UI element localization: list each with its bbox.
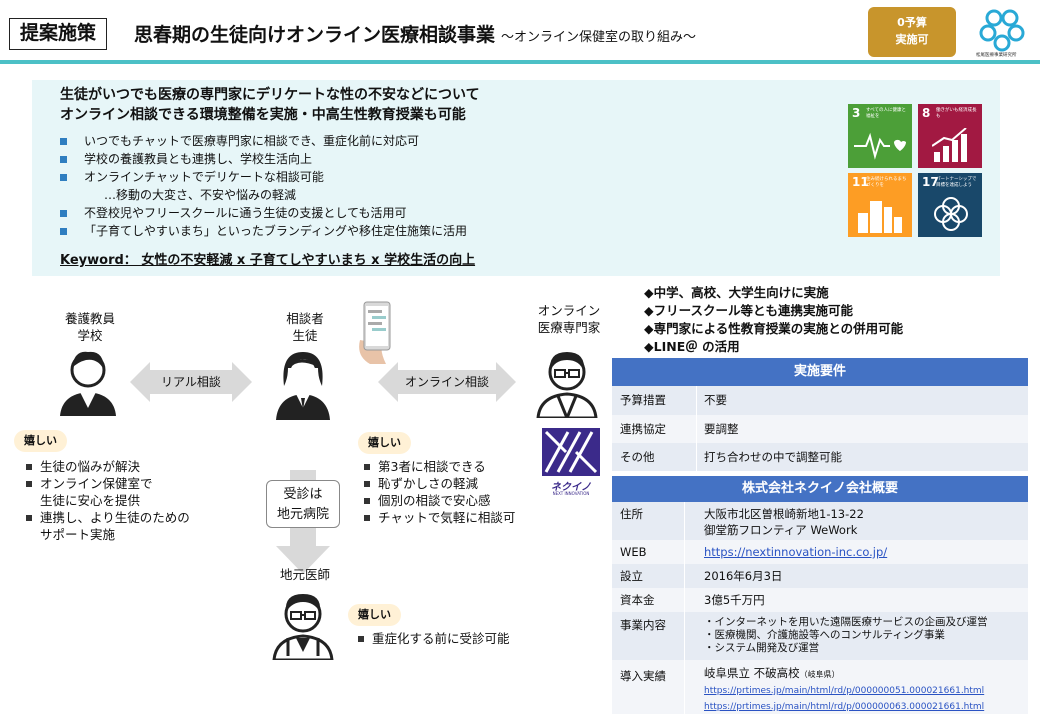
sdg-8-icon: 8 働きがいも経済成長も — [918, 104, 982, 168]
sdg-3-icon: 3 すべての人に健康と福祉を — [848, 104, 912, 168]
sdg-17-icon: 17 パートナーシップで目標を達成しよう — [918, 173, 982, 237]
table-column-divider — [684, 502, 685, 714]
doctor-person-icon — [272, 594, 334, 660]
bullet-square-icon — [364, 498, 370, 504]
page-title: 思春期の生徒向けオンライン医療相談事業 ～オンライン保健室の取り組み～ — [134, 20, 696, 47]
bullet-square-icon — [26, 481, 32, 487]
list-item: いつでもチャットで医療専門家に相談でき、重症化前に対応可 — [60, 132, 467, 150]
requirements-header: 実施要件 — [612, 358, 1028, 386]
budget-badge-line2: 実施可 — [895, 33, 929, 46]
lead-line1: 生徒がいつでも医療の専門家にデリケートな性の不安などについて — [60, 87, 480, 103]
press-release-link-2[interactable]: https://prtimes.jp/main/html/rd/p/000000… — [704, 702, 984, 712]
list-item: 「子育てしやすいまち」といったブランディングや移住定住施策に活用 — [60, 222, 467, 240]
feature-item: ◆フリースクール等とも連携実施可能 — [644, 303, 853, 318]
table-row: 事業内容 ・インターネットを用いた遠隔医療サービスの企画及び運営 ・医療機関、介護… — [612, 612, 1028, 660]
table-row: 予算措置 不要 — [612, 386, 1028, 415]
student-label: 相談者 生徒 — [286, 311, 324, 343]
school-benefits: 生徒の悩みが解決 オンライン保健室で 生徒に安心を提供 連携し、より生徒のための… — [24, 458, 190, 543]
table-row: WEB https://nextinnovation-inc.co.jp/ — [612, 540, 1028, 564]
brand-sub: NEXT INNOVATION — [552, 491, 590, 496]
keyword-line: Keyword： 女性の不安軽減 x 子育てしやすいまち x 学校生活の向上 — [60, 253, 476, 268]
student-benefits: 第3者に相談できる 恥ずかしさの軽減 個別の相談で安心感 チャットで気軽に相談可 — [362, 458, 515, 526]
list-item: オンラインチャットでデリケートな相談可能 — [60, 168, 467, 186]
list-item: オンライン保健室で — [24, 475, 190, 492]
section-tag: 提案施策 — [9, 18, 107, 50]
company-website-link[interactable]: https://nextinnovation-inc.co.jp/ — [704, 540, 887, 564]
summary-bullets: いつでもチャットで医療専門家に相談でき、重症化前に対応可 学校の養護教員とも連携… — [60, 132, 467, 240]
budget-badge: 0予算 実施可 — [868, 7, 956, 57]
bullet-square-icon — [60, 174, 67, 181]
bullet-square-icon — [60, 210, 67, 217]
table-row: その他 打ち合わせの中で調整可能 — [612, 443, 1028, 471]
logo-icon — [979, 9, 1025, 52]
nextinnovation-logo-icon — [542, 428, 600, 476]
real-consult-label: リアル相談 — [161, 375, 221, 389]
table-row: 住所 大阪市北区曽根崎新地1-13-22 御堂筋フロンティア WeWork — [612, 502, 1028, 540]
happy-badge-student: 嬉しい — [358, 432, 411, 454]
press-release-link-1[interactable]: https://prtimes.jp/main/html/rd/p/000000… — [704, 686, 984, 696]
expert-label: オンライン 医療専門家 — [537, 303, 601, 335]
list-item: 個別の相談で安心感 — [362, 492, 515, 509]
bullet-square-icon — [60, 228, 67, 235]
smartphone-icon — [359, 301, 391, 364]
happy-badge-school: 嬉しい — [14, 430, 67, 452]
list-item: 不登校児やフリースクールに通う生徒の支援としても活用可 — [60, 204, 467, 222]
bullet-square-icon — [364, 464, 370, 470]
list-item: 第3者に相談できる — [362, 458, 515, 475]
list-item: 学校の養護教員とも連携し、学校生活向上 — [60, 150, 467, 168]
feature-item: ◆LINE＠ の活用 — [644, 339, 740, 354]
bullet-square-icon — [26, 464, 32, 470]
list-item-cont: サポート実施 — [40, 527, 116, 542]
teacher-person-icon — [60, 351, 116, 416]
expert-person-icon — [536, 352, 598, 418]
feature-item: ◆中学、高校、大学生向けに実施 — [644, 285, 829, 300]
title-text: 思春期の生徒向けオンライン医療相談事業 — [134, 24, 496, 46]
table-row: 導入実績 岐阜県立 不破高校（岐阜県） https://prtimes.jp/m… — [612, 660, 1028, 714]
title-subtitle: ～オンライン保健室の取り組み～ — [501, 30, 697, 45]
lead-line2: オンライン相談できる環境整備を実施・中高生性教育授業も可能 — [60, 107, 466, 123]
bullet-square-icon — [364, 515, 370, 521]
school-label: 養護教員 学校 — [64, 311, 115, 343]
table-row: 資本金 3億5千万円 — [612, 588, 1028, 612]
company-header: 株式会社ネクイノ会社概要 — [612, 476, 1028, 502]
bullet-square-icon — [26, 515, 32, 521]
bullet-square-icon — [364, 481, 370, 487]
online-consult-label: オンライン相談 — [404, 375, 489, 389]
bullet-square-icon — [60, 138, 67, 145]
list-item: 連携し、より生徒のための — [24, 509, 190, 526]
feature-list: ◆中学、高校、大学生向けに実施 ◆フリースクール等とも連携実施可能 ◆専門家によ… — [644, 284, 903, 356]
list-item: チャットで気軽に相談可 — [362, 509, 515, 526]
summary-lead: 生徒がいつでも医療の専門家にデリケートな性の不安などについて オンライン相談でき… — [60, 85, 480, 125]
local-hospital-box: 受診は 地元病院 — [266, 480, 340, 528]
sdg-11-icon: 11 住み続けられるまちづくりを — [848, 173, 912, 237]
list-item-cont: 生徒に安心を提供 — [40, 493, 141, 508]
bullet-square-icon — [358, 636, 364, 642]
header-divider — [0, 60, 1040, 64]
feature-item: ◆専門家による性教育授業の実施との併用可能 — [644, 321, 904, 336]
happy-badge-doctor: 嬉しい — [348, 604, 401, 626]
list-item: 生徒の悩みが解決 — [24, 458, 190, 475]
budget-badge-line1: 0予算 — [897, 16, 927, 29]
table-row: 連携協定 要調整 — [612, 415, 1028, 443]
list-item: 恥ずかしさの軽減 — [362, 475, 515, 492]
table-row: 設立 2016年6月3日 — [612, 564, 1028, 588]
doctor-label: 地元医師 — [279, 567, 330, 582]
table-column-divider — [696, 386, 697, 471]
student-person-icon — [276, 352, 330, 420]
list-item: 重症化する前に受診可能 — [356, 630, 510, 647]
bullet-square-icon — [60, 156, 67, 163]
company-logo: 松尾医療事業研究所 — [972, 6, 1036, 58]
list-item-sub: …移動の大変さ、不安や悩みの軽減 — [104, 188, 297, 202]
logo-text: 松尾医療事業研究所 — [976, 53, 1017, 58]
doctor-benefits: 重症化する前に受診可能 — [356, 630, 510, 647]
